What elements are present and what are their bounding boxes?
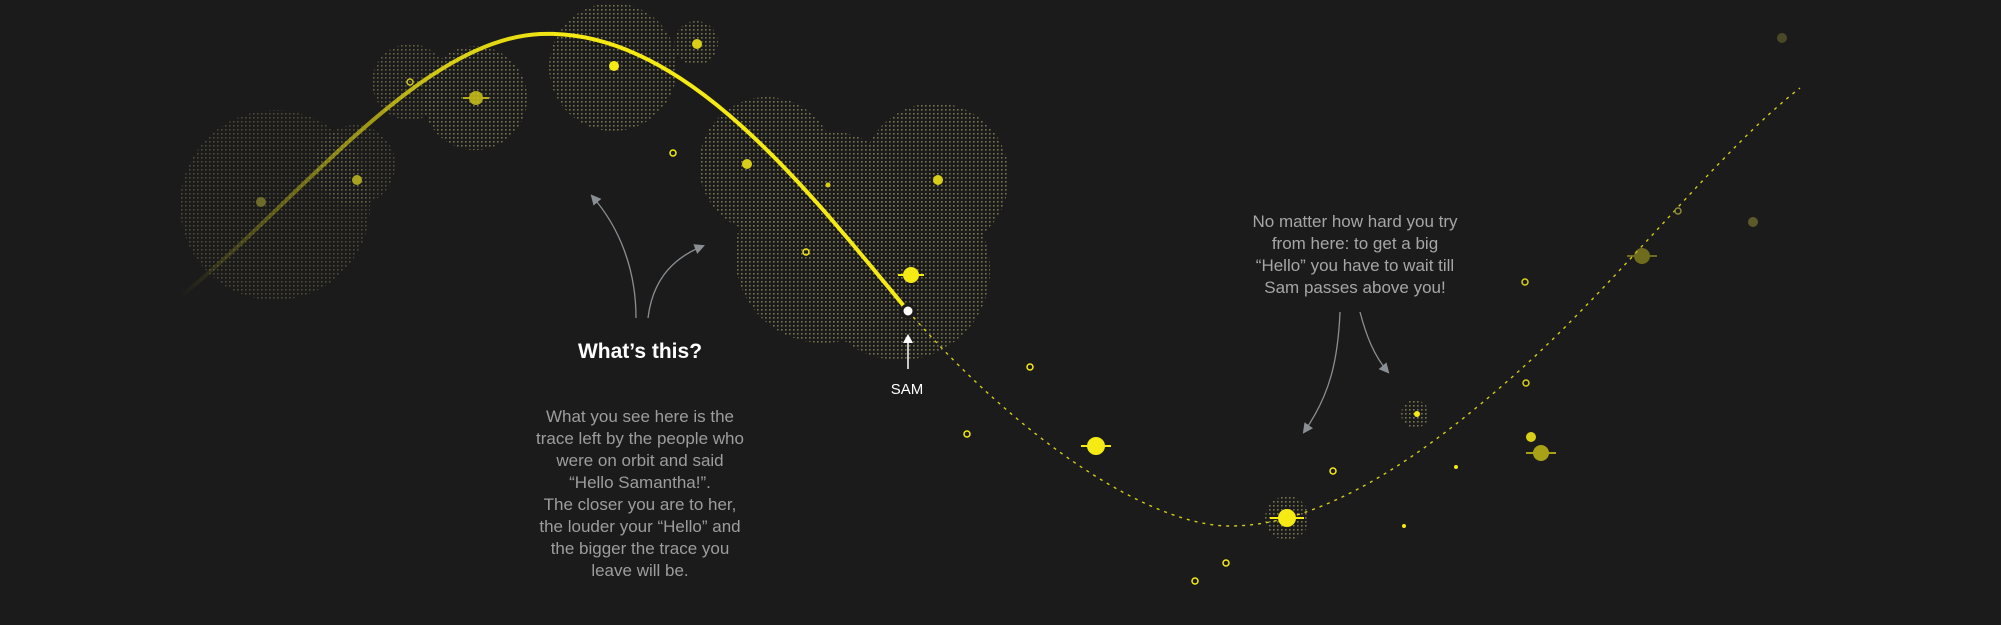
hello-trace [810, 180, 990, 360]
station-dot [1402, 524, 1406, 528]
explainer-line: leave will be. [591, 561, 689, 580]
note-arrow-left [1302, 311, 1341, 434]
station-dot [1026, 363, 1034, 371]
explainer-line: trace left by the people who [536, 429, 744, 448]
satellite-icon [1627, 248, 1657, 264]
station-dot [1329, 467, 1337, 475]
station-dot [692, 39, 702, 49]
station-dot [825, 182, 831, 188]
station-dot [1454, 465, 1458, 469]
explainer-line: “Hello Samantha!”. [569, 473, 711, 492]
station-dot [933, 175, 943, 185]
station-dot [1674, 207, 1682, 215]
explainer-arrow-left [590, 194, 637, 319]
station-dot [352, 175, 362, 185]
satellite-icon [1526, 445, 1556, 461]
note-line: No matter how hard you try [1252, 212, 1458, 231]
station-dot [1521, 278, 1529, 286]
station-dot [1526, 432, 1536, 442]
orbit-diagram [178, 3, 1801, 585]
station-dot [963, 430, 971, 438]
explainer-line: the louder your “Hello” and [539, 517, 741, 536]
note-line: “Hello” you have to wait till [1255, 256, 1455, 275]
satellite-icon [1081, 437, 1111, 455]
station-dot [1777, 33, 1787, 43]
station-dot [1522, 379, 1530, 387]
explainer-line: were on orbit and said [556, 451, 724, 470]
explainer-line: What you see here is the [545, 407, 735, 426]
station-dot [1191, 577, 1199, 585]
sam-label: SAM [890, 381, 924, 398]
station-dot [1748, 217, 1758, 227]
future-orbit-path [907, 87, 1801, 527]
station-dot [1414, 411, 1420, 417]
station-dot [742, 159, 752, 169]
note-line: from here: to get a big [1271, 234, 1439, 253]
station-dot [1222, 559, 1230, 567]
station-dot [609, 61, 619, 71]
sam-position-marker [900, 303, 916, 319]
note-arrow-right [1359, 311, 1390, 374]
explainer-line: The closer you are to her, [543, 495, 737, 514]
station-dot [669, 149, 677, 157]
explainer-arrow-right [647, 244, 705, 319]
note-line: Sam passes above you! [1264, 278, 1446, 297]
hint-note: No matter how hard you try from here: to… [1220, 211, 1490, 299]
station-dot [256, 197, 266, 207]
explainer-body: What you see here is the trace left by t… [500, 406, 780, 582]
explainer-heading: What’s this? [577, 340, 703, 363]
explainer-line: the bigger the trace you [550, 539, 730, 558]
